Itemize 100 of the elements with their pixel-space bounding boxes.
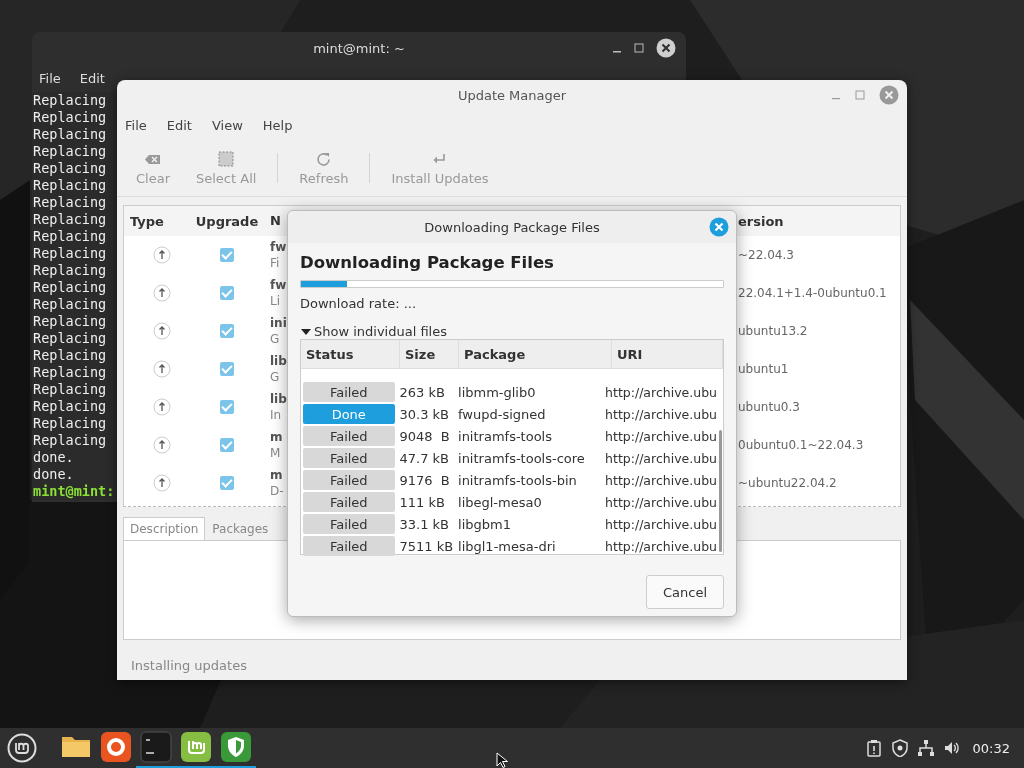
table-cell: 0ubuntu0.1~22.04.3	[738, 438, 864, 452]
table-cell-text: 33.1 kB	[398, 516, 451, 532]
checkbox[interactable]	[220, 476, 234, 490]
download-rate: Download rate: ...	[300, 296, 417, 311]
menu-item[interactable]: Edit	[79, 70, 105, 86]
selection-icon	[217, 150, 236, 167]
table-cell: lib	[270, 391, 287, 407]
table-cell: 22.04.1+1.4-0ubuntu0.1	[738, 286, 887, 300]
table-cell-text: initramfs-tools-core	[457, 450, 586, 466]
status-label: Failed	[303, 382, 395, 402]
menu-item[interactable]: File	[39, 70, 61, 86]
terminal-line: Replacing	[33, 398, 107, 415]
terminal-line: Replacing	[33, 313, 107, 330]
terminal-line: Replacing	[33, 415, 107, 432]
table-cell-text: http://archive.ubu	[604, 494, 717, 510]
maximize-icon[interactable]	[634, 43, 644, 53]
tab[interactable]: Description	[123, 517, 206, 540]
table-cell: G	[270, 369, 280, 385]
status-label: Done	[303, 404, 395, 424]
terminal-line: Replacing	[33, 330, 107, 347]
menu-item[interactable]: Help	[262, 117, 293, 133]
terminal-line: Replacing	[33, 211, 107, 228]
column-header: Package	[459, 340, 612, 368]
expander[interactable]: Show individual files	[300, 324, 447, 339]
table-cell-text: 7511 kB	[398, 538, 454, 554]
terminal-line: Replacing	[33, 160, 107, 177]
terminal-line: Replacing	[33, 381, 107, 398]
terminal-line: Replacing	[33, 262, 107, 279]
table-cell-text: http://archive.ubu	[604, 450, 717, 466]
checkbox[interactable]	[220, 400, 234, 414]
table-cell: D-	[270, 483, 284, 499]
terminal-line: Replacing	[33, 245, 107, 262]
terminal-line: done.	[33, 449, 74, 466]
terminal-line: Replacing	[33, 296, 107, 313]
terminal-icon	[140, 731, 172, 763]
checkbox[interactable]	[220, 324, 234, 338]
table-cell: ubuntu0.3	[738, 400, 800, 414]
network-icon[interactable]	[916, 739, 935, 757]
checkbox[interactable]	[220, 286, 234, 300]
close-icon[interactable]	[656, 38, 676, 58]
window-title: Update Manager	[457, 87, 567, 103]
table-cell-text: http://archive.ubu	[604, 428, 717, 444]
dialog-heading: Downloading Package Files	[300, 253, 555, 272]
table-cell: ini	[270, 315, 287, 331]
terminal-line: Replacing	[33, 228, 107, 245]
terminal-line: Replacing	[33, 126, 107, 143]
table-cell: ~ubuntu22.04.2	[738, 476, 837, 490]
table-cell-text: 9176 B	[398, 472, 451, 488]
table-cell: Li	[270, 293, 281, 309]
table-cell: m	[270, 429, 283, 445]
cancel-button[interactable]: Cancel	[645, 575, 724, 609]
window-title: mint@mint: ~	[313, 40, 405, 56]
table-cell: fw	[270, 277, 287, 293]
table-cell: m	[270, 467, 283, 483]
table-cell-text: 47.7 kB	[398, 450, 451, 466]
clock[interactable]: 00:32	[972, 740, 1010, 756]
status-label: Failed	[303, 536, 395, 556]
checkbox[interactable]	[220, 438, 234, 452]
shield-icon[interactable]	[890, 739, 909, 757]
table-cell: M	[270, 445, 281, 461]
terminal-line: Replacing	[33, 143, 107, 160]
table-cell-text: http://archive.ubu	[604, 384, 717, 400]
checkbox[interactable]	[220, 248, 234, 262]
column-header: Type	[130, 213, 164, 229]
launcher-button[interactable]	[136, 728, 176, 768]
column-header: Size	[400, 340, 459, 368]
refresh-icon	[314, 150, 333, 167]
terminal-line: Replacing	[33, 347, 107, 364]
column-header: N	[270, 213, 281, 229]
table-cell-text: http://archive.ubu	[604, 516, 717, 532]
clipboard-icon[interactable]	[864, 739, 883, 757]
table-cell-text: http://archive.ubu	[604, 472, 717, 488]
column-header: ersion	[738, 213, 784, 229]
menu-item[interactable]: File	[125, 117, 147, 133]
column-header: Upgrade	[195, 213, 259, 229]
table-cell-text: libmm-glib0	[457, 384, 537, 400]
checkbox[interactable]	[220, 362, 234, 376]
status-label: Failed	[303, 470, 395, 490]
status-label: Failed	[303, 448, 395, 468]
status-text: Installing updates	[131, 658, 247, 673]
table-cell-text: http://archive.ubu	[604, 538, 717, 554]
table-cell: ubuntu1	[738, 362, 789, 376]
terminal-line: Replacing	[33, 109, 107, 126]
table-cell: G	[270, 331, 280, 347]
status-label: Failed	[303, 514, 395, 534]
table-cell-text: libgbm1	[457, 516, 512, 532]
column-header: URI	[612, 340, 723, 368]
browser-icon	[100, 731, 132, 763]
dialog-title: Downloading Package Files	[424, 219, 600, 235]
table-cell-text: 9048 B	[398, 428, 451, 444]
menu-item[interactable]: View	[211, 117, 243, 133]
table-cell: In	[270, 407, 282, 423]
scrollbar[interactable]	[719, 430, 722, 552]
table-cell: Fi	[270, 255, 280, 271]
menu-item[interactable]: Edit	[166, 117, 192, 133]
terminal-line: Replacing	[33, 92, 107, 109]
terminal-line: Replacing	[33, 364, 107, 381]
shield-icon	[220, 731, 252, 763]
status-label: Failed	[303, 492, 395, 512]
column-header: Status	[301, 340, 400, 368]
